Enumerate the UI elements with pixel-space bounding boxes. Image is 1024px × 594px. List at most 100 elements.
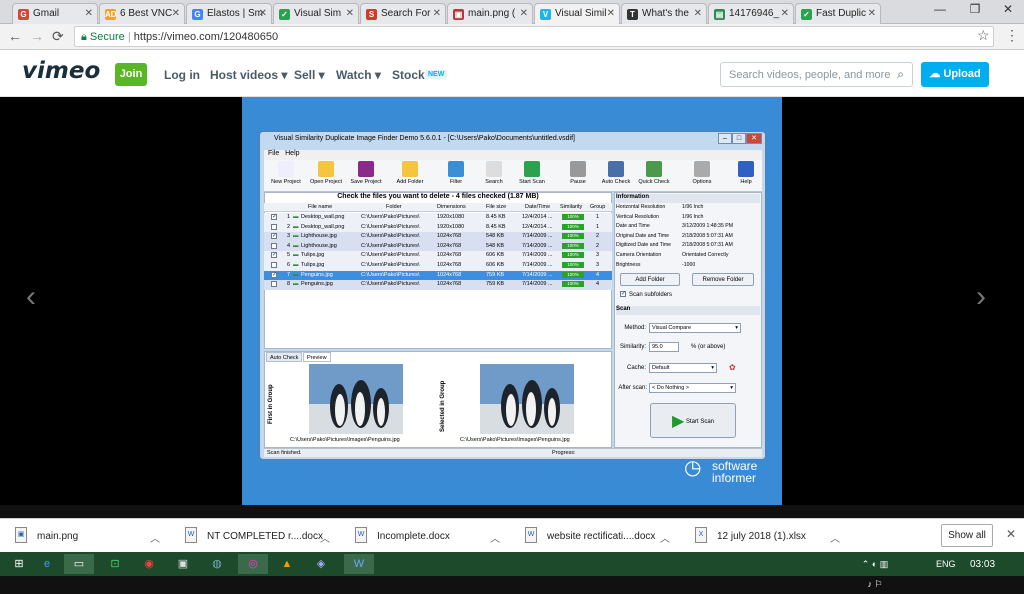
nav-watch[interactable]: Watch ▾ [336, 68, 381, 82]
url-field[interactable]: 🔒︎ Secure | https://vimeo.com/120480650 [74, 26, 994, 47]
language-indicator[interactable]: ENG [936, 559, 956, 569]
toolbar-quick-check-button[interactable]: Quick Check [634, 161, 674, 185]
download-item[interactable]: website rectificati....docx [547, 531, 655, 542]
toolbar-filter-button[interactable]: Filter [436, 161, 476, 185]
forward-icon[interactable]: → [30, 28, 44, 44]
row-checkbox[interactable] [271, 223, 277, 230]
clock[interactable]: 03:03 [970, 559, 995, 570]
cache-select[interactable]: Default ▾ [649, 363, 717, 373]
tab-9[interactable]: ▤ 14176946_ ✕ [708, 3, 794, 24]
back-icon[interactable]: ← [8, 28, 22, 44]
show-all-button[interactable]: Show all [941, 524, 993, 547]
method-select[interactable]: Visual Compare ▾ [649, 323, 741, 333]
maximize-icon[interactable]: ❐ [965, 2, 985, 16]
tab-6[interactable]: ▣ main.png (✕ [447, 3, 533, 24]
tab-7[interactable]: V Visual Simil ✕ [534, 3, 620, 25]
tab-close-icon[interactable]: ✕ [346, 8, 354, 19]
download-item[interactable]: main.png [37, 531, 78, 542]
toolbar-new-project-button[interactable]: New Project [266, 161, 306, 185]
minimize-icon[interactable]: — [930, 2, 950, 16]
toolbar-search-button[interactable]: Search [474, 161, 514, 185]
toolbar-pause-button[interactable]: Pause [558, 161, 598, 185]
download-item[interactable]: Incomplete.docx [377, 531, 450, 542]
scan-subfolders-checkbox[interactable]: ✓ [620, 291, 626, 297]
row-checkbox[interactable]: ✓ [271, 271, 277, 278]
vlc-icon[interactable]: ▲ [272, 554, 302, 574]
app-icon-blue[interactable]: ◈ [306, 554, 336, 574]
tab-close-icon[interactable]: ✕ [694, 8, 702, 19]
tab-auto-check[interactable]: Auto Check [266, 352, 303, 362]
row-checkbox[interactable] [271, 262, 277, 268]
tab-close-icon[interactable]: ✕ [85, 8, 93, 19]
vimeo-logo[interactable]: vimeo [22, 58, 100, 84]
join-button[interactable]: Join [115, 63, 147, 86]
toolbar-help-button[interactable]: Help [726, 161, 766, 185]
prev-video-icon[interactable]: ‹ [26, 280, 36, 314]
toolbar-auto-check-button[interactable]: Auto Check [596, 161, 636, 185]
app-maximize-icon[interactable]: □ [732, 133, 746, 144]
tab-close-icon[interactable]: ✕ [868, 8, 876, 19]
word-icon[interactable]: W [344, 554, 374, 574]
app-close-icon[interactable]: ✕ [746, 133, 762, 144]
col-dimensions[interactable]: Dimensions [437, 204, 466, 210]
table-row[interactable]: ✓ 5 ▬ Tulips.jpg C:\Users\Pako\Pictures\ 1024… [264, 251, 612, 261]
nav-sell[interactable]: Sell ▾ [294, 68, 325, 82]
chevron-up-icon[interactable]: ︿ [320, 530, 330, 545]
file-explorer-icon[interactable]: ▭ [64, 554, 94, 574]
col-file-size[interactable]: File size [486, 204, 506, 210]
start-scan-button[interactable]: ▶ Start Scan [650, 403, 736, 438]
app-icon-globe[interactable]: ◍ [202, 554, 232, 574]
tab-close-icon[interactable]: ✕ [259, 8, 267, 19]
tray-icons[interactable]: ⌃ ◐ ▥ ♪ ⚐ [860, 554, 890, 589]
download-item[interactable]: NT COMPLETED r....docx [207, 531, 323, 542]
menu-help[interactable]: Help [285, 150, 299, 157]
clear-cache-icon[interactable]: ✿ [729, 363, 736, 372]
remove-folder-button[interactable]: Remove Folder [692, 273, 754, 286]
tab-close-icon[interactable]: ✕ [607, 8, 615, 19]
tab-3[interactable]: G Elastos | Sm ✕ [186, 3, 272, 24]
row-checkbox[interactable]: ✓ [271, 233, 277, 240]
col-file-name[interactable]: File name [308, 204, 332, 210]
tab-2[interactable]: AD 6 Best VNC ✕ [99, 3, 185, 24]
table-row[interactable]: 6 ▬ Tulips.jpg C:\Users\Pako\Pictures\ 1024x… [264, 261, 612, 271]
after-scan-select[interactable]: < Do Nothing > ▾ [649, 383, 736, 393]
table-row[interactable]: ✓ 1 ▬ Desktop_wall.png C:\Users\Pako\Picture… [264, 213, 612, 223]
col-similarity[interactable]: Similarity [560, 204, 582, 210]
information-header[interactable]: Information [616, 194, 760, 203]
upload-button[interactable]: ☁ Upload [921, 62, 989, 87]
toolbar-options-button[interactable]: Options [682, 161, 722, 185]
tab-close-icon[interactable]: ✕ [781, 8, 789, 19]
toolbar-open-project-button[interactable]: Open Project [306, 161, 346, 185]
tab-close-icon[interactable]: ✕ [520, 8, 528, 19]
search-icon[interactable]: ⌕ [897, 67, 904, 82]
ie-icon[interactable]: e [32, 554, 62, 574]
chevron-up-icon[interactable]: ︿ [660, 530, 670, 545]
toolbar-start-scan-button[interactable]: Start Scan [512, 161, 552, 185]
chevron-up-icon[interactable]: ︿ [150, 530, 160, 545]
app-icon-grey[interactable]: ▣ [168, 554, 198, 574]
table-row[interactable]: 4 ▬ Lighthouse.jpg C:\Users\Pako\Pictures\ 1… [264, 241, 612, 252]
nav-login[interactable]: Log in [164, 68, 200, 82]
download-item[interactable]: 12 july 2018 (1).xlsx [717, 531, 806, 542]
col-folder[interactable]: Folder [386, 204, 402, 210]
table-row[interactable]: 2 ▬ Desktop_wall.png C:\Users\Pako\Pictures… [264, 222, 612, 233]
chevron-up-icon[interactable]: ︿ [490, 530, 500, 545]
next-video-icon[interactable]: › [976, 280, 986, 314]
tab-preview[interactable]: Preview [303, 352, 331, 362]
store-icon[interactable]: ⊡ [100, 554, 130, 574]
row-checkbox[interactable]: ✓ [271, 214, 277, 220]
app-minimize-icon[interactable]: – [718, 133, 732, 144]
row-checkbox[interactable]: ✓ [271, 252, 277, 259]
table-row[interactable]: ✓ 7 ▬ Penguins.jpg C:\Users\Pako\Pictures\ 10… [264, 270, 612, 281]
search-input[interactable]: Search videos, people, and more ⌕ [720, 62, 913, 87]
chevron-up-icon[interactable]: ︿ [830, 530, 840, 545]
col-date-time[interactable]: Date/Time [525, 204, 550, 210]
table-row[interactable]: ✓ 3 ▬ Lighthouse.jpg C:\Users\Pako\Pictures\… [264, 232, 612, 242]
similarity-input[interactable]: 95.0 [649, 342, 679, 352]
table-row[interactable]: 8 ▬ Penguins.jpg C:\Users\Pako\Pictures\ 102… [264, 280, 612, 290]
chrome-icon[interactable]: ◎ [238, 554, 268, 574]
toolbar-add-folder-button[interactable]: Add Folder [390, 161, 430, 185]
tab-1[interactable]: G Gmail ✕ [12, 3, 98, 24]
close-window-icon[interactable]: ✕ [998, 2, 1018, 16]
start-windows-icon[interactable]: ⊞ [4, 554, 34, 574]
